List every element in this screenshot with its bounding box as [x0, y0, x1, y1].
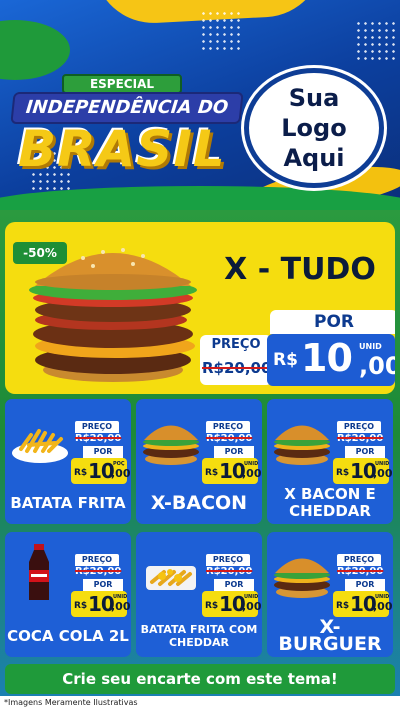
- fries-cheddar-icon: [140, 542, 202, 604]
- price-box: R$ 10 UNID ,00: [202, 458, 262, 484]
- currency-label: R$: [273, 350, 298, 370]
- hero-product-name: X - TUDO: [224, 252, 376, 287]
- price-cents: ,00: [242, 467, 262, 480]
- price-cents: ,00: [111, 467, 131, 480]
- hero-product-card[interactable]: -50% X - TUDO PREÇO R$20,00 POR R$ 10 UN…: [5, 222, 395, 394]
- product-name: X BACON E CHEDDAR: [284, 485, 376, 520]
- old-price: R$20,00: [337, 566, 384, 577]
- product-card[interactable]: PREÇO R$20,00 POR R$ 10 UNID ,00 X-BACON: [136, 399, 262, 524]
- price-value: 10: [301, 336, 353, 380]
- decor-dots: [200, 10, 244, 54]
- preco-label: PREÇO: [337, 421, 381, 433]
- decor-green-shape: [0, 186, 400, 210]
- por-label: POR: [345, 579, 385, 591]
- product-name: BATATA FRITA COM CHEDDAR: [140, 623, 258, 649]
- preco-label: PREÇO: [75, 554, 119, 566]
- burger-icon: [271, 409, 333, 471]
- preco-label: PREÇO: [206, 421, 250, 433]
- price-box: R$ 10 POÇ ,00: [71, 458, 131, 484]
- price-box: R$ 10 UNID ,00: [71, 591, 131, 617]
- price-cents: ,00: [111, 600, 131, 613]
- cta-banner[interactable]: Crie seu encarte com este tema!: [5, 664, 395, 694]
- preco-label: PREÇO: [337, 554, 381, 566]
- price-cents: ,00: [359, 352, 395, 380]
- old-price: R$20,00: [75, 433, 122, 444]
- old-price-box: PREÇO R$20,00: [200, 335, 272, 385]
- product-card[interactable]: PREÇO R$20,00 POR R$ 10 POÇ ,00 BATATA FRITA: [5, 399, 131, 524]
- por-label: POR: [270, 310, 395, 334]
- price-value: 10: [88, 459, 115, 483]
- por-label: POR: [214, 446, 254, 458]
- price-box: R$ 10 UNID ,00: [333, 458, 393, 484]
- footer-bar: *Imagens Meramente Ilustrativas: [0, 696, 400, 711]
- currency-label: R$: [205, 601, 219, 611]
- product-card[interactable]: PREÇO R$20,00 POR R$ 10 UNID ,00 BATATA FRITA C…: [136, 532, 262, 657]
- old-price: R$20,00: [337, 433, 384, 444]
- price-cents: ,00: [373, 600, 393, 613]
- preco-label: PREÇO: [75, 421, 119, 433]
- por-label: POR: [83, 579, 123, 591]
- decor-green-shape: [0, 20, 70, 80]
- product-name: X-BACON: [150, 491, 248, 514]
- burger-icon: [271, 542, 333, 604]
- decor-dots: [355, 20, 399, 64]
- currency-label: R$: [336, 601, 350, 611]
- logo-text: Sua Logo Aqui: [281, 84, 347, 172]
- logo-placeholder[interactable]: Sua Logo Aqui: [244, 68, 384, 188]
- old-price: R$20,00: [206, 566, 253, 577]
- product-card[interactable]: PREÇO R$20,00 POR R$ 10 UNID ,00 X BACON E CHED…: [267, 399, 393, 524]
- price-box: R$ 10 UNID ,00: [267, 334, 395, 386]
- por-label: POR: [214, 579, 254, 591]
- discount-badge: -50%: [13, 242, 67, 264]
- burger-icon: [140, 409, 202, 471]
- soda-bottle-icon: [9, 542, 71, 604]
- preco-label: PREÇO: [211, 337, 261, 352]
- currency-label: R$: [74, 468, 88, 478]
- product-name: X-BURGUER: [278, 616, 382, 655]
- price-cents: ,00: [242, 600, 262, 613]
- old-price: R$20,00: [202, 359, 272, 377]
- fries-icon: [9, 409, 71, 471]
- product-card[interactable]: PREÇO R$20,00 POR R$ 10 UNID ,00 COCA COLA 2L: [5, 532, 131, 657]
- currency-label: R$: [74, 601, 88, 611]
- por-label: POR: [345, 446, 385, 458]
- price-box: R$ 10 UNID ,00: [202, 591, 262, 617]
- price-value: 10: [88, 592, 115, 616]
- old-price: R$20,00: [75, 566, 122, 577]
- header-banner: ESPECIAL INDEPENDÊNCIA DO BRASIL Sua Log…: [0, 0, 400, 210]
- unit-label: UNID: [359, 342, 382, 351]
- product-card[interactable]: PREÇO R$20,00 POR R$ 10 UNID ,00 X-BURGUER: [267, 532, 393, 657]
- preco-label: PREÇO: [206, 554, 250, 566]
- especial-tag: ESPECIAL: [62, 74, 182, 94]
- footer-note: *Imagens Meramente Ilustrativas: [4, 698, 138, 707]
- price-box: R$ 10 UNID ,00: [333, 591, 393, 617]
- product-name: BATATA FRITA: [10, 493, 126, 512]
- old-price: R$20,00: [206, 433, 253, 444]
- currency-label: R$: [336, 468, 350, 478]
- price-value: 10: [219, 459, 246, 483]
- currency-label: R$: [205, 468, 219, 478]
- price-value: 10: [350, 592, 377, 616]
- price-value: 10: [350, 459, 377, 483]
- product-name: COCA COLA 2L: [7, 626, 129, 645]
- por-label: POR: [83, 446, 123, 458]
- brasil-title: BRASIL: [18, 120, 226, 178]
- price-cents: ,00: [373, 467, 393, 480]
- price-value: 10: [219, 592, 246, 616]
